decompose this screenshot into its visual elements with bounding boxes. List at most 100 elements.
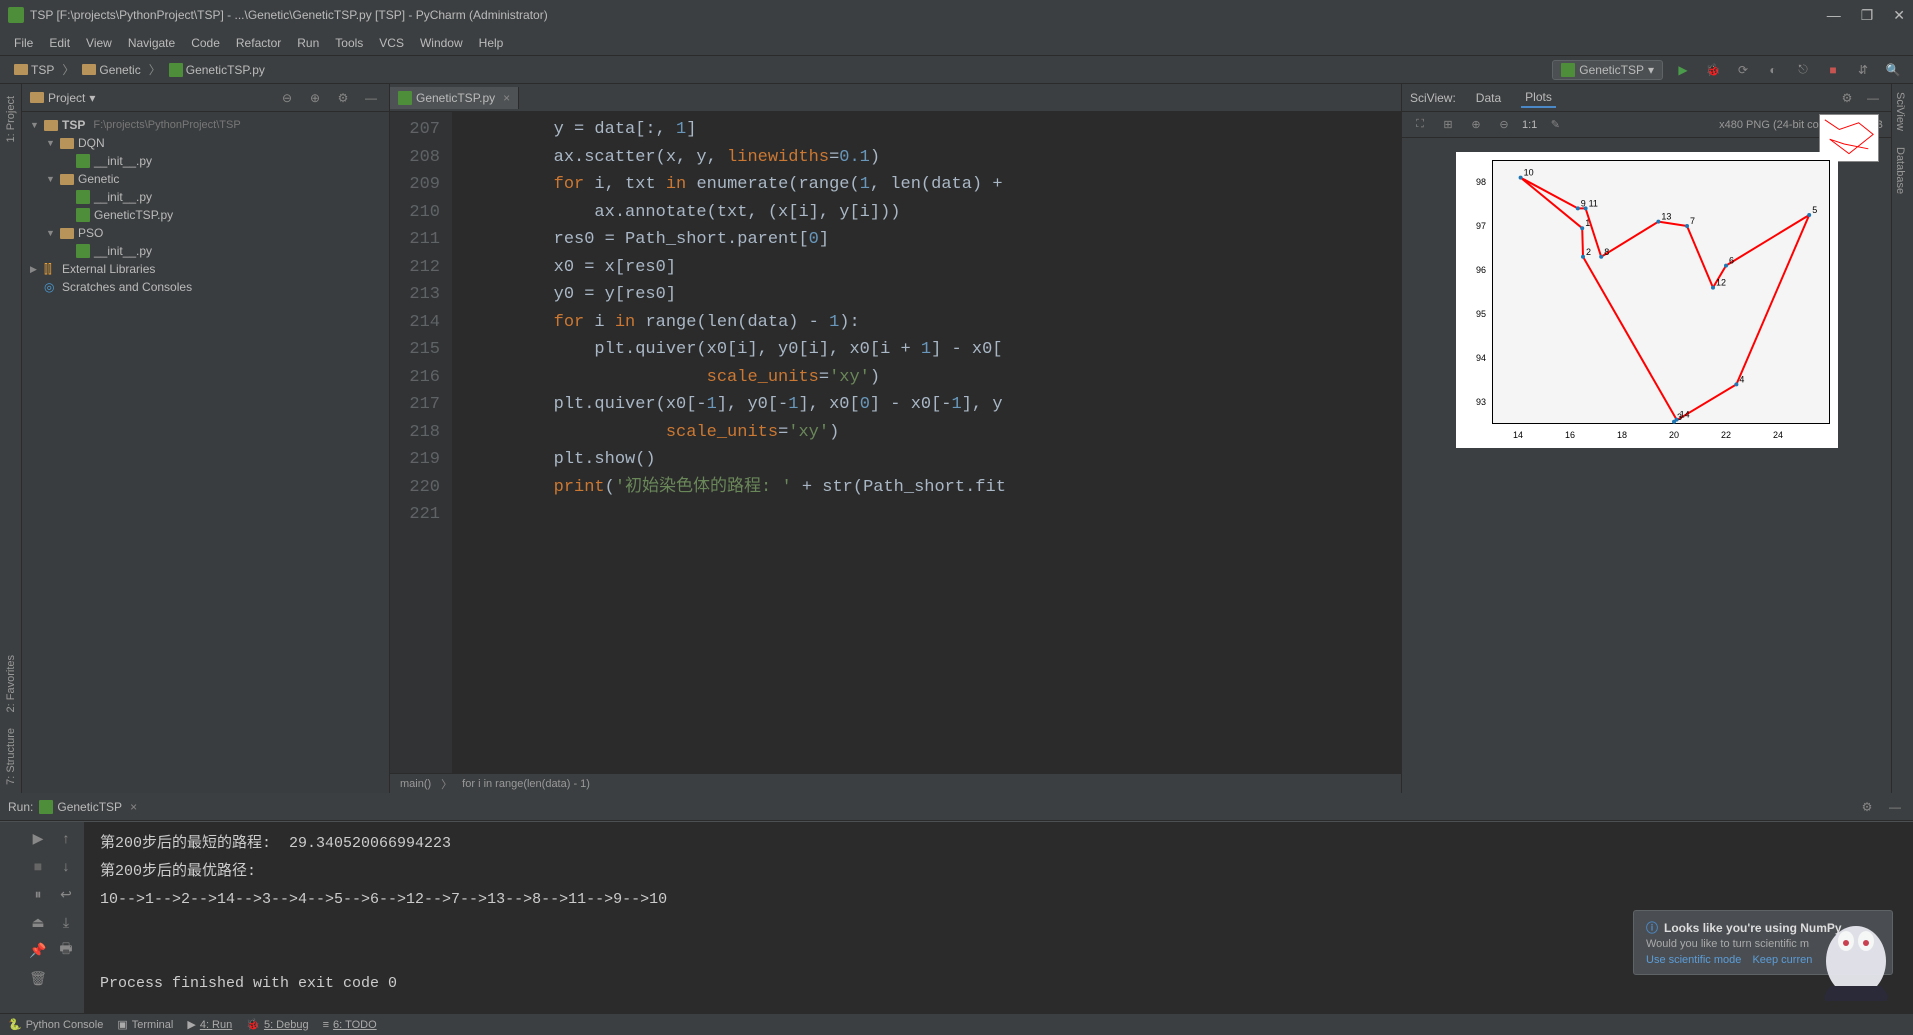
settings-icon[interactable]: ⚙: [333, 88, 353, 108]
attach-button[interactable]: ⎋: [1793, 60, 1813, 80]
print-button[interactable]: 🖶: [54, 938, 78, 962]
tree-folder-pso[interactable]: ▼PSO: [22, 224, 389, 242]
chevron-down-icon: ▾: [1648, 63, 1654, 77]
exit-button[interactable]: ⏏: [26, 910, 50, 934]
menu-window[interactable]: Window: [414, 34, 469, 52]
tree-file[interactable]: __init__.py: [22, 242, 389, 260]
tree-file[interactable]: __init__.py: [22, 152, 389, 170]
tab-project[interactable]: 1: Project: [3, 88, 19, 150]
breadcrumb-project[interactable]: TSP: [10, 61, 58, 79]
hide-button[interactable]: —: [1885, 797, 1905, 817]
soft-wrap-button[interactable]: ↩: [54, 882, 78, 906]
run-tab[interactable]: GeneticTSP ×: [33, 798, 143, 816]
collapse-button[interactable]: ⊖: [277, 88, 297, 108]
menu-code[interactable]: Code: [185, 34, 226, 52]
close-icon[interactable]: ×: [130, 800, 137, 814]
tab-python-console[interactable]: 🐍 Python Console: [8, 1018, 103, 1031]
crumb-item[interactable]: for i in range(len(data) - 1): [462, 778, 590, 790]
menu-tools[interactable]: Tools: [329, 34, 369, 52]
hide-button[interactable]: —: [1863, 88, 1883, 108]
rerun-button[interactable]: ▶: [26, 826, 50, 850]
debug-button[interactable]: 🐞: [1703, 60, 1723, 80]
python-file-icon: [76, 208, 90, 222]
tree-folder-dqn[interactable]: ▼DQN: [22, 134, 389, 152]
run-config-select[interactable]: GeneticTSP ▾: [1552, 60, 1663, 80]
menu-refactor[interactable]: Refactor: [230, 34, 287, 52]
grid-icon[interactable]: ⊞: [1438, 115, 1458, 135]
minimize-button[interactable]: —: [1827, 7, 1841, 24]
sciview-tab-plots[interactable]: Plots: [1521, 88, 1556, 108]
zoom-out-icon[interactable]: ⊖: [1494, 115, 1514, 135]
tab-todo[interactable]: ≡ 6: TODO: [323, 1019, 377, 1031]
tab-database[interactable]: Database: [1892, 139, 1908, 202]
plot-viewer[interactable]: 1234567891011121314939495969798141618202…: [1402, 138, 1891, 793]
menu-vcs[interactable]: VCS: [373, 34, 410, 52]
scroll-button[interactable]: ⤓: [54, 910, 78, 934]
breadcrumb-folder[interactable]: Genetic: [78, 61, 144, 79]
sciview-tab-data[interactable]: Data: [1472, 89, 1505, 107]
project-tree[interactable]: ▼TSPF:\projects\PythonProject\TSP ▼DQN _…: [22, 112, 389, 793]
edit-icon[interactable]: ✎: [1545, 115, 1565, 135]
window-controls: — ❐ ✕: [1827, 7, 1905, 24]
chevron-down-icon[interactable]: ▾: [89, 91, 95, 105]
tree-file-genetictsp[interactable]: GeneticTSP.py: [22, 206, 389, 224]
python-file-icon: [398, 91, 412, 105]
menu-view[interactable]: View: [80, 34, 118, 52]
menu-edit[interactable]: Edit: [43, 34, 76, 52]
menu-help[interactable]: Help: [473, 34, 510, 52]
down-button[interactable]: ↓: [54, 854, 78, 878]
numpy-notification: ⓘLooks like you're using NumPy Would you…: [1633, 910, 1893, 975]
code-content[interactable]: y = data[:, 1] ax.scatter(x, y, linewidt…: [452, 112, 1401, 773]
stop-button[interactable]: ■: [1823, 60, 1843, 80]
settings-icon[interactable]: ⚙: [1857, 797, 1877, 817]
tree-root[interactable]: ▼TSPF:\projects\PythonProject\TSP: [22, 116, 389, 134]
svg-text:95: 95: [1475, 309, 1485, 319]
up-button[interactable]: ↑: [54, 826, 78, 850]
line-gutter[interactable]: 2072082092102112122132142152162172182192…: [390, 112, 452, 773]
svg-text:24: 24: [1772, 430, 1782, 440]
tab-terminal[interactable]: ▣ Terminal: [117, 1018, 173, 1031]
vcs-button[interactable]: ⇵: [1853, 60, 1873, 80]
svg-text:97: 97: [1475, 221, 1485, 231]
coverage-button[interactable]: ⟳: [1733, 60, 1753, 80]
hide-button[interactable]: —: [361, 88, 381, 108]
zoom-ratio[interactable]: 1:1: [1522, 119, 1537, 131]
stop-button[interactable]: ■: [26, 854, 50, 878]
svg-text:98: 98: [1475, 177, 1485, 187]
menu-navigate[interactable]: Navigate: [122, 34, 181, 52]
pin-button[interactable]: 📌: [26, 938, 50, 962]
search-button[interactable]: 🔍: [1883, 60, 1903, 80]
tab-sciview[interactable]: SciView: [1892, 84, 1908, 139]
run-button[interactable]: ▶: [1673, 60, 1693, 80]
tab-structure[interactable]: 7: Structure: [3, 720, 19, 793]
crumb-item[interactable]: main(): [400, 778, 431, 790]
svg-text:1: 1: [1585, 218, 1590, 228]
profile-button[interactable]: ◐: [1763, 60, 1783, 80]
close-button[interactable]: ✕: [1893, 7, 1905, 24]
breadcrumb-file[interactable]: GeneticTSP.py: [165, 61, 269, 79]
folder-icon: [44, 120, 58, 131]
nav-toolbar: TSP 〉 Genetic 〉 GeneticTSP.py GeneticTSP…: [0, 56, 1913, 84]
use-scientific-link[interactable]: Use scientific mode: [1646, 954, 1741, 966]
menu-file[interactable]: File: [8, 34, 39, 52]
locate-button[interactable]: ⊕: [305, 88, 325, 108]
tree-external-libs[interactable]: ▶⫿⫿External Libraries: [22, 260, 389, 278]
fit-icon[interactable]: ⛶: [1410, 115, 1430, 135]
editor[interactable]: 2072082092102112122132142152162172182192…: [390, 112, 1401, 773]
tab-favorites[interactable]: 2: Favorites: [3, 647, 19, 720]
tab-run[interactable]: ▶ 4: Run: [187, 1018, 232, 1031]
editor-tab[interactable]: GeneticTSP.py ×: [390, 87, 519, 109]
close-icon[interactable]: ×: [503, 91, 510, 105]
menu-run[interactable]: Run: [291, 34, 325, 52]
tree-folder-genetic[interactable]: ▼Genetic: [22, 170, 389, 188]
trash-button[interactable]: 🗑: [26, 966, 50, 990]
pause-button[interactable]: ⏸: [26, 882, 50, 906]
tab-debug[interactable]: 🐞 5: Debug: [246, 1018, 308, 1031]
settings-icon[interactable]: ⚙: [1837, 88, 1857, 108]
python-file-icon: [76, 154, 90, 168]
tree-file[interactable]: __init__.py: [22, 188, 389, 206]
zoom-in-icon[interactable]: ⊕: [1466, 115, 1486, 135]
tree-scratches[interactable]: ◎Scratches and Consoles: [22, 278, 389, 296]
keep-current-link[interactable]: Keep curren: [1752, 954, 1812, 966]
maximize-button[interactable]: ❐: [1861, 7, 1874, 24]
